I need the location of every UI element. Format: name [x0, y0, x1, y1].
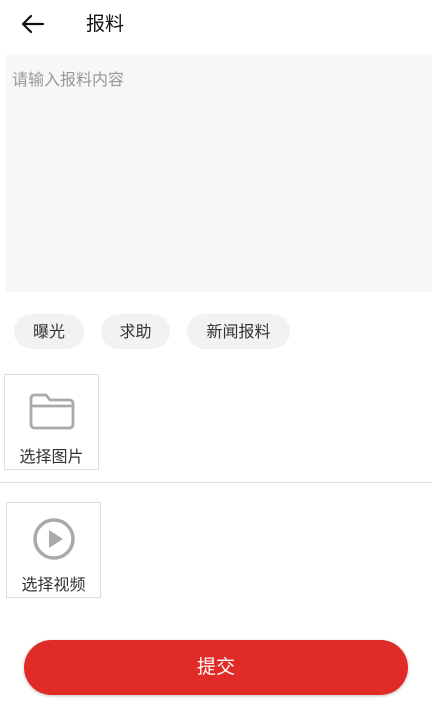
section-divider: [0, 482, 432, 483]
arrow-left-icon: [21, 14, 45, 34]
folder-icon: [28, 389, 76, 433]
select-image-button[interactable]: 选择图片: [4, 374, 99, 470]
report-content-input[interactable]: [6, 54, 432, 292]
select-video-button[interactable]: 选择视频: [6, 502, 101, 598]
page-title: 报料: [86, 13, 125, 35]
category-chip-exposure[interactable]: 曝光: [14, 314, 84, 349]
app-header: 报料: [0, 0, 432, 48]
play-circle-icon: [30, 517, 78, 561]
back-button[interactable]: [18, 10, 48, 38]
select-image-label: 选择图片: [19, 447, 84, 466]
select-video-label: 选择视频: [21, 575, 86, 594]
category-chip-news-report[interactable]: 新闻报料: [187, 314, 290, 349]
submit-button[interactable]: 提交: [24, 640, 408, 695]
category-chip-help[interactable]: 求助: [101, 314, 170, 349]
